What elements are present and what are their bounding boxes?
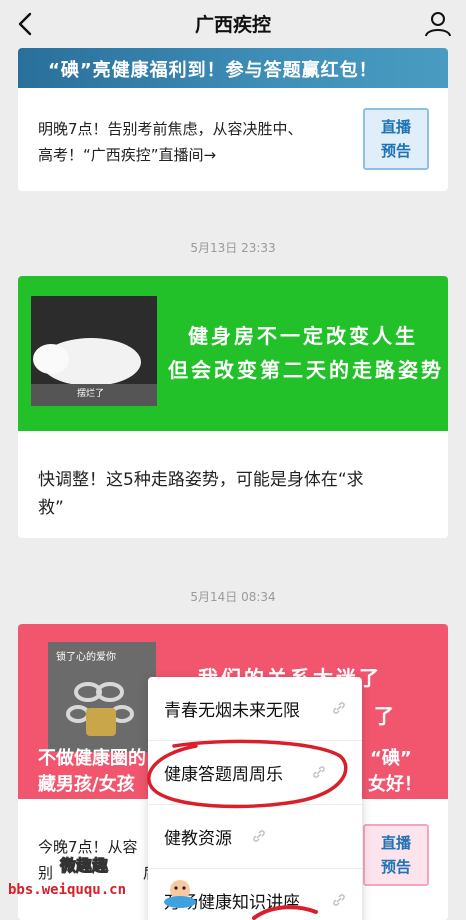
article-title-line: 救”: [38, 498, 64, 518]
card-banner: “碘”亮健康福利到！参与答题赢红包！: [18, 48, 448, 88]
banner-text: “碘”: [370, 748, 412, 769]
article-title-line: 快调整！这5种走路姿势，可能是身体在“求: [38, 470, 364, 490]
cat-image: 摆烂了: [31, 296, 157, 406]
annotation-circle: [147, 739, 348, 809]
article-title[interactable]: 明晚7点！告别考前焦虑，从容决胜中、 高考！“广西疾控”直播间→: [38, 116, 358, 168]
article-title-line: 高考！“广西疾控”直播间→: [38, 146, 217, 164]
thumb-text: 直播: [380, 834, 411, 852]
menu-item-youth-no-smoking[interactable]: 青春无烟未来无限: [148, 677, 362, 741]
link-icon: [333, 702, 345, 714]
menu-item-label: 青春无烟未来无限: [164, 701, 300, 721]
banner-text: 不做健康圈的: [38, 748, 146, 769]
banner-text: 藏男孩/女孩: [38, 774, 135, 795]
watermark-title: 微趣趣: [59, 856, 109, 876]
image-caption: 摆烂了: [77, 389, 105, 399]
thumb-text: 直播: [380, 118, 411, 136]
banner-text: 健身房不一定改变人生: [188, 324, 418, 348]
thumb-text: 预告: [380, 858, 411, 876]
timestamp: 5月14日 08:34: [190, 590, 276, 604]
card-banner: 摆烂了 健身房不一定改变人生 但会改变第二天的走路姿势: [18, 276, 448, 431]
menu-item-health-resources[interactable]: 健教资源: [148, 805, 362, 869]
live-preview-thumbnail[interactable]: 直播 预告: [363, 824, 429, 886]
profile-icon[interactable]: [422, 8, 454, 40]
timestamp: 5月13日 23:33: [190, 241, 276, 255]
banner-text: 但会改变第二天的走路姿势: [168, 358, 444, 382]
top-bar: 广西疾控: [0, 0, 466, 48]
thumb-text: 预告: [380, 142, 411, 160]
banner-text: 了: [374, 704, 394, 728]
article-card-1[interactable]: “碘”亮健康福利到！参与答题赢红包！ 明晚7点！告别考前焦虑，从容决胜中、 高考…: [18, 48, 448, 191]
link-icon: [333, 894, 345, 906]
link-icon: [253, 830, 265, 842]
live-preview-thumbnail[interactable]: 直播 预告: [363, 108, 429, 170]
article-title-line: 明晚7点！告别考前焦虑，从容决胜中、: [38, 120, 303, 138]
watermark-url: bbs.weiququ.cn: [8, 882, 127, 898]
mascot-icon: [164, 880, 196, 908]
menu-item-label: 健教资源: [164, 829, 232, 849]
banner-text: 女好！: [368, 774, 422, 795]
watermark: 微趣趣 bbs.weiququ.cn: [0, 852, 196, 912]
article-card-2[interactable]: 摆烂了 健身房不一定改变人生 但会改变第二天的走路姿势 快调整！这5种走路姿势，…: [18, 276, 448, 538]
page-title: 广西疾控: [194, 14, 271, 36]
chain-image: 锁了心的爱你: [48, 642, 156, 752]
annotation-stroke: [252, 905, 318, 920]
banner-text: “碘”亮健康福利到！参与答题赢红包！: [48, 60, 378, 81]
article-title[interactable]: 快调整！这5种走路姿势，可能是身体在“求 救”: [38, 466, 438, 522]
